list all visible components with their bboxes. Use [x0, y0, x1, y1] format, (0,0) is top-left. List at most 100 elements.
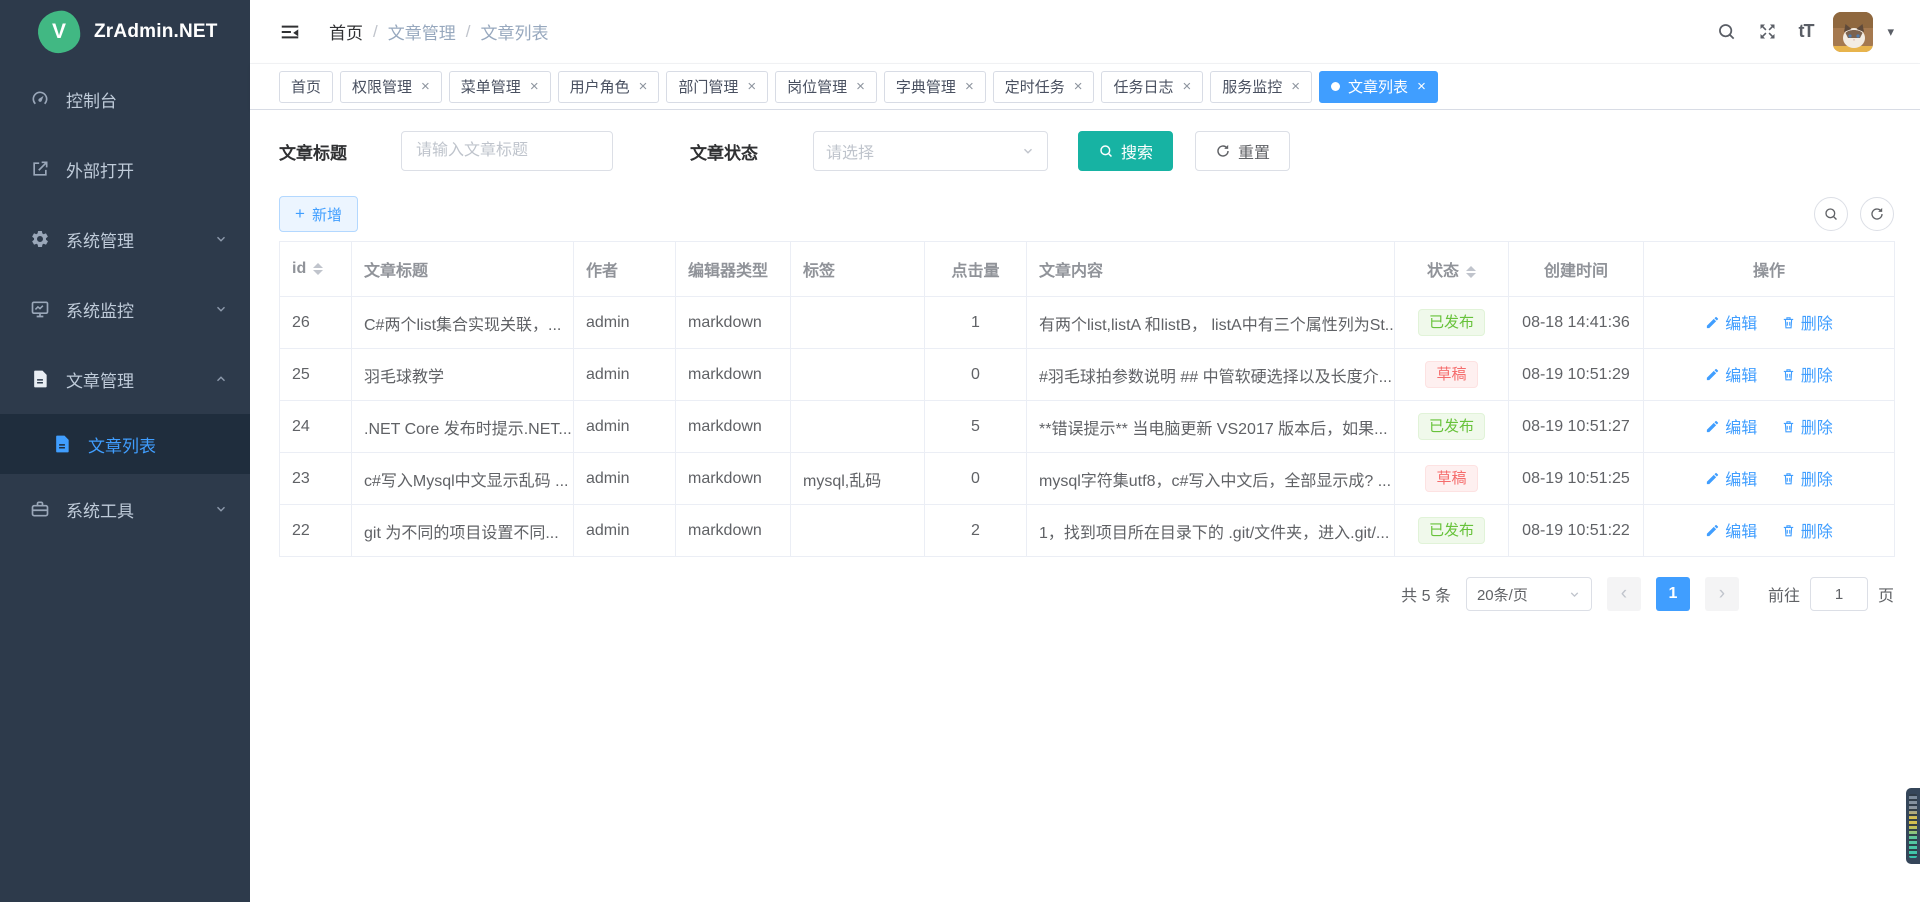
tab-menu[interactable]: 菜单管理×: [449, 71, 551, 103]
close-icon[interactable]: ×: [1074, 79, 1083, 94]
cell-created: 08-19 10:51:27: [1509, 401, 1644, 453]
edit-button[interactable]: 编辑: [1705, 414, 1757, 438]
browser-extension-widget[interactable]: [1906, 788, 1920, 864]
tags-view-bar: 首页 权限管理× 菜单管理× 用户角色× 部门管理× 岗位管理 × 字典管理× 定…: [250, 64, 1920, 110]
close-icon[interactable]: ×: [747, 79, 756, 94]
article-title-label: 文章标题: [279, 139, 401, 164]
cell-id: 24: [280, 401, 352, 453]
avatar-image: [1833, 12, 1873, 52]
close-icon[interactable]: ×: [639, 79, 648, 94]
tab-permission[interactable]: 权限管理×: [340, 71, 442, 103]
page-number-button[interactable]: 1: [1656, 577, 1690, 611]
tab-task-log[interactable]: 任务日志×: [1101, 71, 1203, 103]
tab-label: 岗位管理: [787, 76, 847, 97]
avatar[interactable]: [1833, 12, 1873, 52]
sidebar-item-article-list[interactable]: 文章列表: [0, 414, 250, 474]
tab-user-role[interactable]: 用户角色×: [558, 71, 660, 103]
delete-button[interactable]: 删除: [1781, 466, 1833, 490]
edit-button[interactable]: 编辑: [1705, 466, 1757, 490]
close-icon[interactable]: ×: [965, 79, 974, 94]
edit-button[interactable]: 编辑: [1705, 310, 1757, 334]
toolbox-icon: [30, 499, 50, 519]
chevron-down-icon: [214, 302, 228, 316]
font-size-icon[interactable]: tT: [1798, 21, 1813, 42]
breadcrumb-article-admin[interactable]: 文章管理: [388, 19, 456, 44]
close-icon[interactable]: ×: [1183, 79, 1192, 94]
close-icon[interactable]: ×: [530, 79, 539, 94]
cell-ops: 编辑 删除: [1644, 297, 1895, 349]
article-table: id 文章标题 作者 编辑器类型 标签 点击量 文章内容 状态 创建时间 操作: [279, 241, 1895, 557]
sidebar-item-label: 系统管理: [66, 227, 134, 252]
breadcrumb-home[interactable]: 首页: [329, 19, 363, 44]
chevron-down-icon: [1021, 144, 1035, 158]
show-search-toggle-button[interactable]: [1814, 197, 1848, 231]
cell-title: C#两个list集合实现关联，...: [352, 297, 574, 349]
search-icon[interactable]: [1716, 21, 1737, 42]
sidebar-item-dashboard[interactable]: 控制台: [0, 64, 250, 134]
close-icon[interactable]: ×: [421, 79, 430, 94]
breadcrumb: 首页 / 文章管理 / 文章列表: [329, 19, 548, 44]
column-header-id[interactable]: id: [280, 242, 352, 297]
tab-service-monitor[interactable]: 服务监控×: [1210, 71, 1312, 103]
cell-tags: mysql,乱码: [791, 453, 925, 505]
refresh-icon: [1215, 143, 1231, 159]
sidebar-item-system-admin[interactable]: 系统管理: [0, 204, 250, 274]
delete-button[interactable]: 删除: [1781, 310, 1833, 334]
tab-article-list[interactable]: 文章列表 ×: [1319, 71, 1438, 103]
delete-button[interactable]: 删除: [1781, 518, 1833, 542]
article-status-select[interactable]: 请选择: [813, 131, 1048, 171]
goto-page-input[interactable]: [1810, 577, 1868, 611]
cell-tags: [791, 349, 925, 401]
caret-down-icon[interactable]: ▾: [1887, 24, 1894, 40]
cell-clicks: 0: [925, 453, 1027, 505]
edit-button[interactable]: 编辑: [1705, 518, 1757, 542]
refresh-table-button[interactable]: [1860, 197, 1894, 231]
close-icon[interactable]: ×: [856, 79, 865, 94]
reset-button[interactable]: 重置: [1195, 131, 1290, 171]
sidebar-item-article-admin[interactable]: 文章管理: [0, 344, 250, 414]
breadcrumb-separator: /: [373, 22, 378, 42]
sidebar-fold-icon[interactable]: [279, 21, 301, 43]
tab-label: 文章列表: [1348, 76, 1408, 97]
color-bars-icon: [1909, 794, 1917, 858]
cell-title: git 为不同的项目设置不同...: [352, 505, 574, 557]
cell-tags: [791, 297, 925, 349]
sidebar-item-external[interactable]: 外部打开: [0, 134, 250, 204]
tab-dict[interactable]: 字典管理×: [884, 71, 986, 103]
sidebar-item-system-monitor[interactable]: 系统监控: [0, 274, 250, 344]
add-button[interactable]: + 新增: [279, 196, 358, 232]
sidebar-item-system-tools[interactable]: 系统工具: [0, 474, 250, 544]
plus-icon: +: [295, 204, 305, 224]
chevron-down-icon: [214, 232, 228, 246]
column-header-status[interactable]: 状态: [1395, 242, 1509, 297]
chevron-up-icon: [214, 372, 228, 386]
edit-button[interactable]: 编辑: [1705, 362, 1757, 386]
breadcrumb-separator: /: [466, 22, 471, 42]
page-size-select[interactable]: 20条/页: [1466, 577, 1592, 611]
tab-post[interactable]: 岗位管理 ×: [775, 71, 877, 103]
monitor-icon: [30, 299, 50, 319]
table-row: 23 c#写入Mysql中文显示乱码 ... admin markdown my…: [280, 453, 1895, 505]
sort-caret-icon[interactable]: [313, 263, 323, 275]
table-row: 25 羽毛球教学 admin markdown 0 #羽毛球拍参数说明 ## 中…: [280, 349, 1895, 401]
delete-button[interactable]: 删除: [1781, 414, 1833, 438]
close-icon[interactable]: ×: [1291, 79, 1300, 94]
tab-home[interactable]: 首页: [279, 71, 333, 103]
tab-cron-task[interactable]: 定时任务×: [993, 71, 1095, 103]
cell-author: admin: [574, 349, 676, 401]
close-icon[interactable]: ×: [1417, 79, 1426, 94]
prev-page-button[interactable]: ‹: [1607, 577, 1641, 611]
trash-icon: [1781, 419, 1796, 434]
filter-form: 文章标题 文章状态 请选择 搜索 重置: [279, 131, 1894, 171]
document-icon: [52, 434, 72, 454]
article-title-input[interactable]: [401, 131, 613, 171]
fullscreen-icon[interactable]: [1757, 21, 1778, 42]
column-header-editor: 编辑器类型: [676, 242, 791, 297]
next-page-button[interactable]: ›: [1705, 577, 1739, 611]
tab-dept[interactable]: 部门管理×: [666, 71, 768, 103]
app-logo[interactable]: V ZrAdmin.NET: [0, 0, 250, 64]
search-button[interactable]: 搜索: [1078, 131, 1173, 171]
delete-button[interactable]: 删除: [1781, 362, 1833, 386]
search-icon: [1823, 206, 1839, 222]
sort-caret-icon[interactable]: [1466, 266, 1476, 278]
